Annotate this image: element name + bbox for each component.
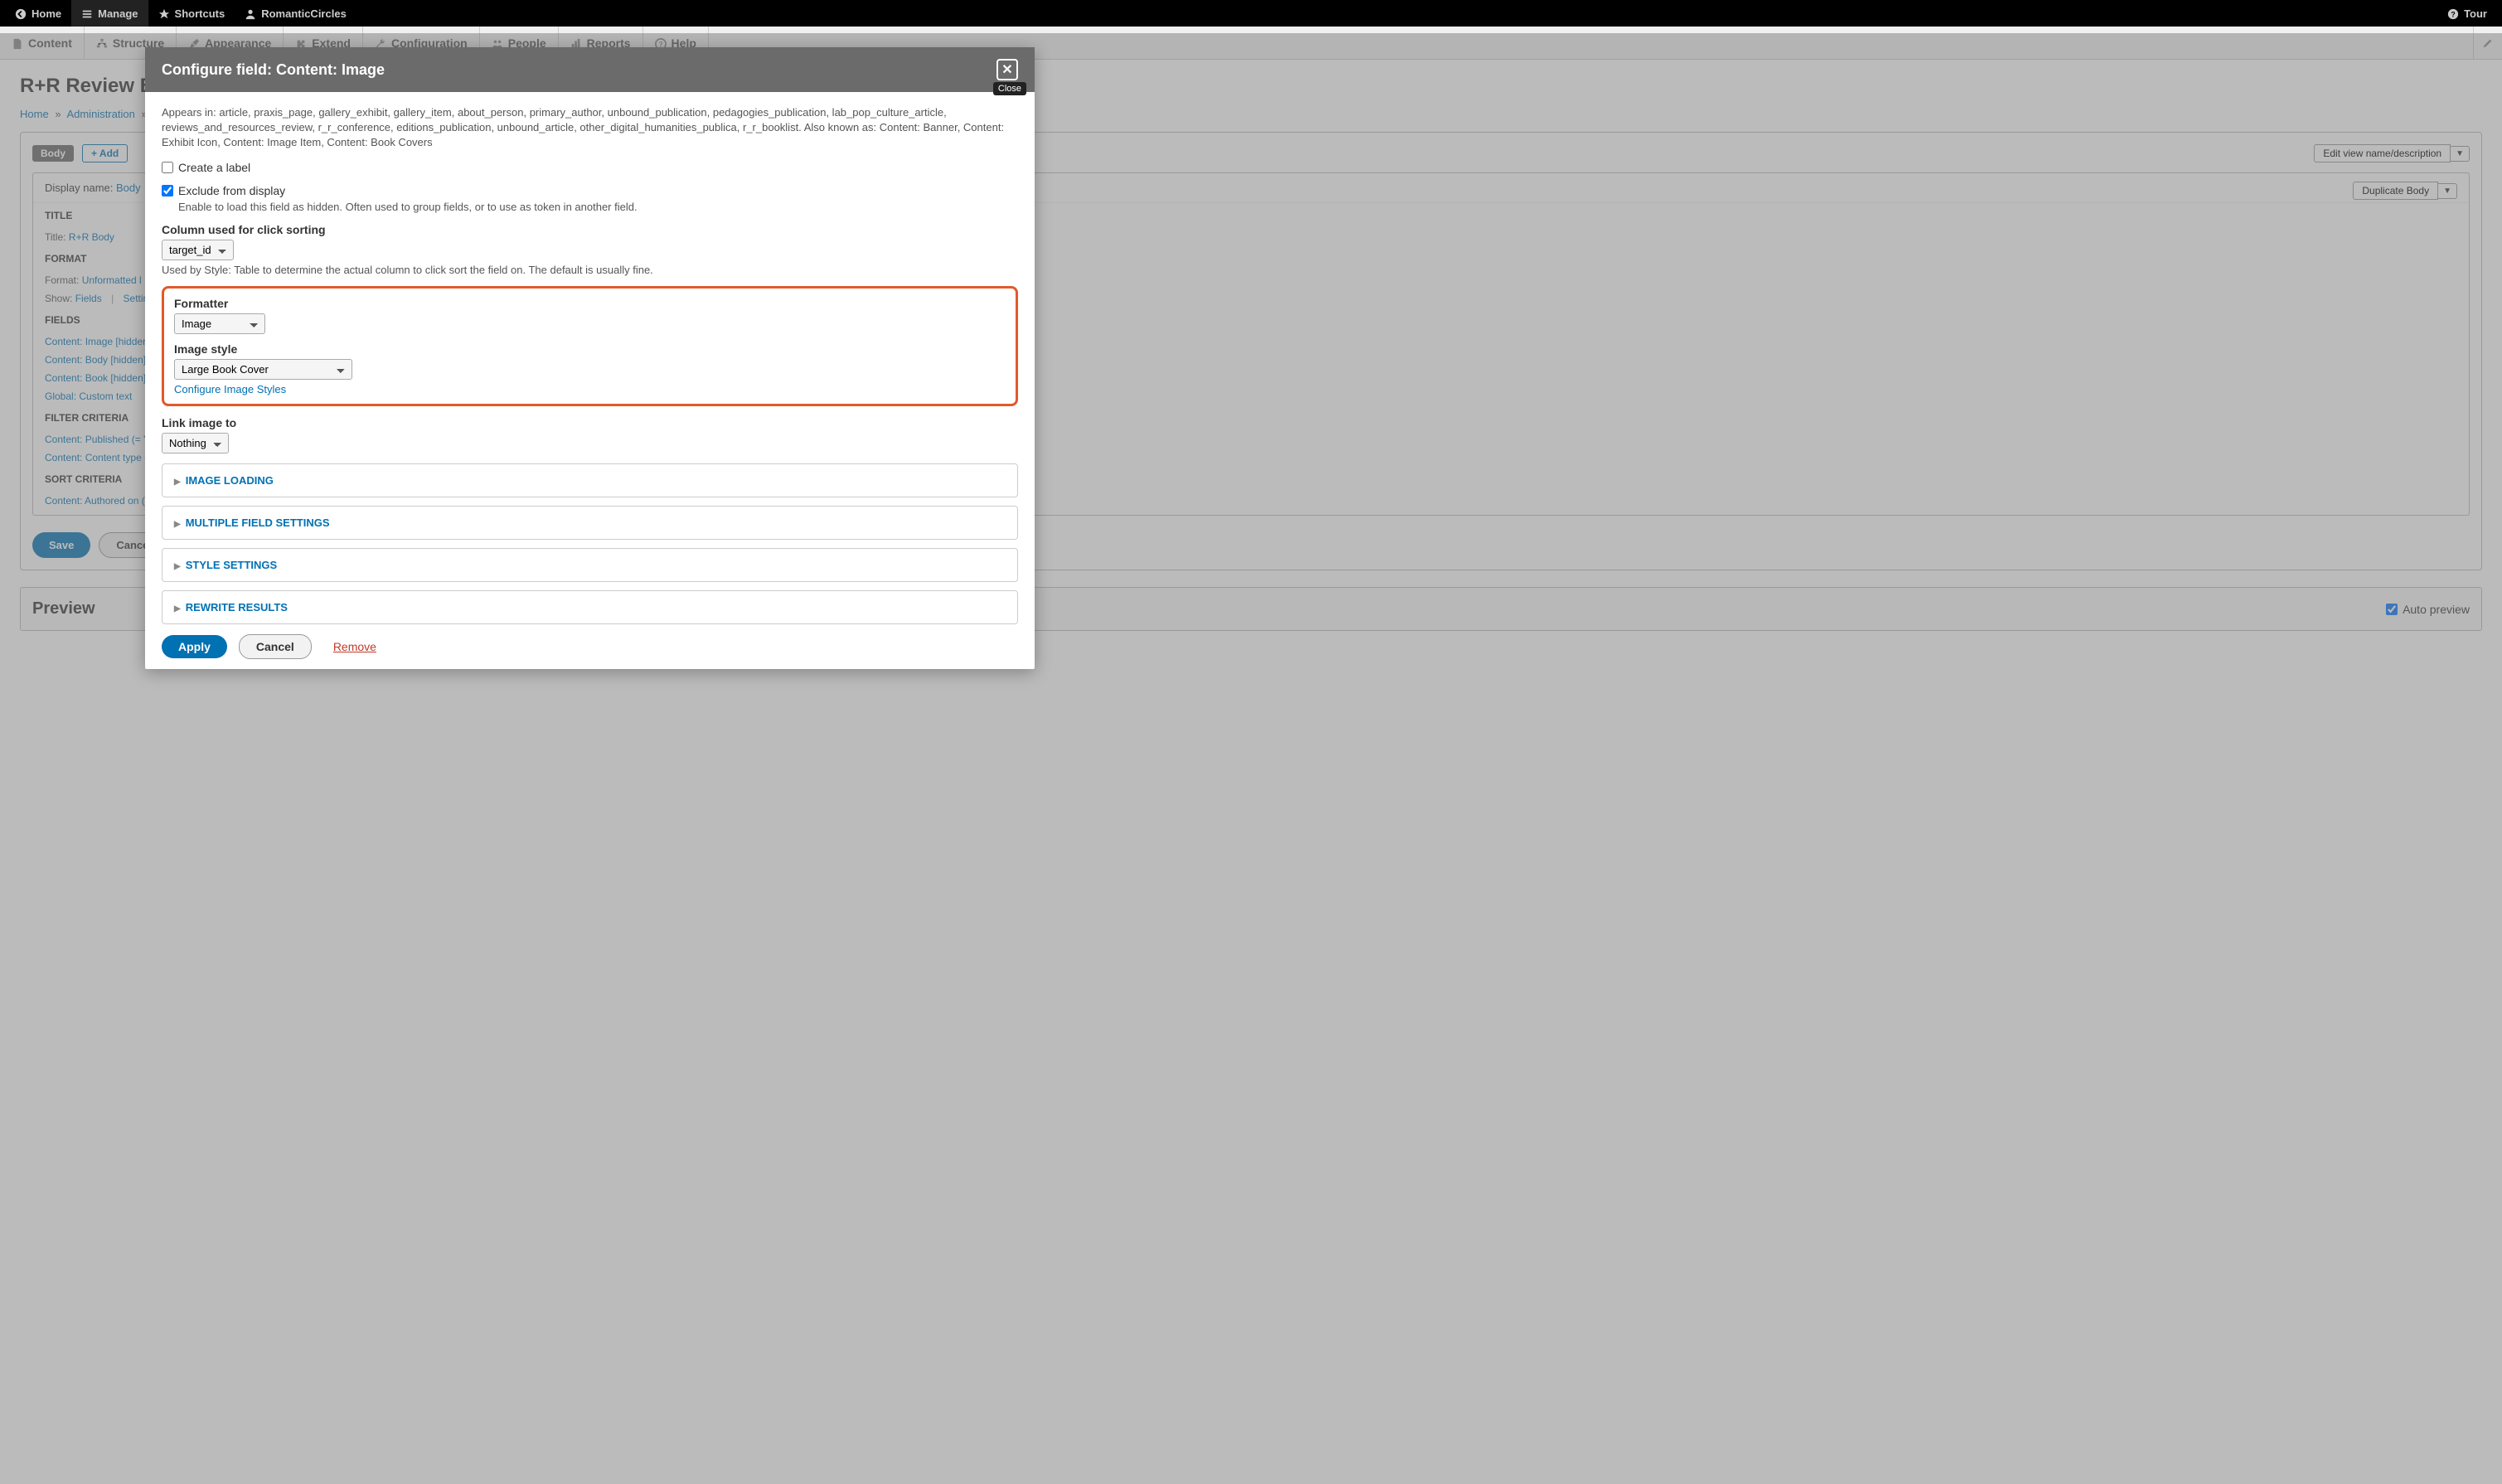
click-sort-label: Column used for click sorting (162, 223, 1018, 236)
appears-in-text: Appears in: article, praxis_page, galler… (162, 105, 1018, 151)
highlight-box: Formatter Image Image style Large Book C… (162, 286, 1018, 406)
collapsible-style-settings[interactable]: ▶STYLE SETTINGS (162, 548, 1018, 582)
triangle-right-icon: ▶ (174, 604, 181, 613)
admin-toolbar: Home Manage Shortcuts RomanticCircles ? (0, 0, 2502, 27)
exclude-desc: Enable to load this field as hidden. Oft… (178, 201, 1018, 213)
remove-link[interactable]: Remove (333, 640, 376, 653)
toolbar-tour-label: Tour (2464, 7, 2487, 20)
triangle-right-icon: ▶ (174, 478, 181, 487)
close-icon: ✕ (1001, 61, 1012, 78)
create-label-row[interactable]: Create a label (162, 161, 1018, 174)
configure-image-styles-link[interactable]: Configure Image Styles (174, 383, 286, 395)
collapsible-rewrite-results[interactable]: ▶REWRITE RESULTS (162, 590, 1018, 624)
toolbar-home[interactable]: Home (5, 0, 71, 27)
back-arrow-icon (15, 7, 27, 20)
toolbar-tour[interactable]: ? Tour (2437, 0, 2497, 27)
link-image-select[interactable]: Nothing (162, 433, 229, 453)
hamburger-icon (81, 7, 93, 20)
exclude-display-row[interactable]: Exclude from display (162, 184, 1018, 197)
star-icon (158, 7, 170, 20)
help-circle-icon: ? (2447, 7, 2459, 20)
toolbar-manage-label: Manage (98, 7, 138, 20)
toolbar-shortcuts-label: Shortcuts (175, 7, 225, 20)
configure-field-modal: Configure field: Content: Image ✕ Close … (145, 47, 1035, 669)
formatter-label: Formatter (174, 297, 1006, 310)
toolbar-manage[interactable]: Manage (71, 0, 148, 27)
triangle-right-icon: ▶ (174, 520, 181, 529)
create-label-checkbox[interactable] (162, 162, 173, 173)
formatter-select[interactable]: Image (174, 313, 265, 334)
collapsible-multiple-field[interactable]: ▶MULTIPLE FIELD SETTINGS (162, 506, 1018, 540)
image-style-label: Image style (174, 342, 1006, 356)
user-icon (245, 7, 256, 20)
toolbar-user[interactable]: RomanticCircles (235, 0, 356, 27)
triangle-right-icon: ▶ (174, 562, 181, 571)
image-style-select[interactable]: Large Book Cover (174, 359, 352, 380)
toolbar-user-label: RomanticCircles (261, 7, 347, 20)
click-sort-select[interactable]: target_id (162, 240, 234, 260)
modal-footer: Apply Cancel Remove (145, 624, 1035, 669)
toolbar-home-label: Home (32, 7, 61, 20)
click-sort-desc: Used by Style: Table to determine the ac… (162, 264, 1018, 276)
modal-title: Configure field: Content: Image (162, 61, 385, 79)
svg-text:?: ? (2451, 10, 2455, 18)
modal-header: Configure field: Content: Image ✕ Close (145, 47, 1035, 92)
link-image-label: Link image to (162, 416, 1018, 429)
close-tooltip: Close (993, 82, 1026, 95)
collapsible-image-loading[interactable]: ▶IMAGE LOADING (162, 463, 1018, 497)
modal-cancel-button[interactable]: Cancel (239, 634, 312, 659)
apply-button[interactable]: Apply (162, 635, 227, 658)
modal-body: Appears in: article, praxis_page, galler… (145, 92, 1035, 624)
toolbar-shortcuts[interactable]: Shortcuts (148, 0, 235, 27)
exclude-display-checkbox[interactable] (162, 185, 173, 196)
close-button[interactable]: ✕ (996, 59, 1018, 80)
